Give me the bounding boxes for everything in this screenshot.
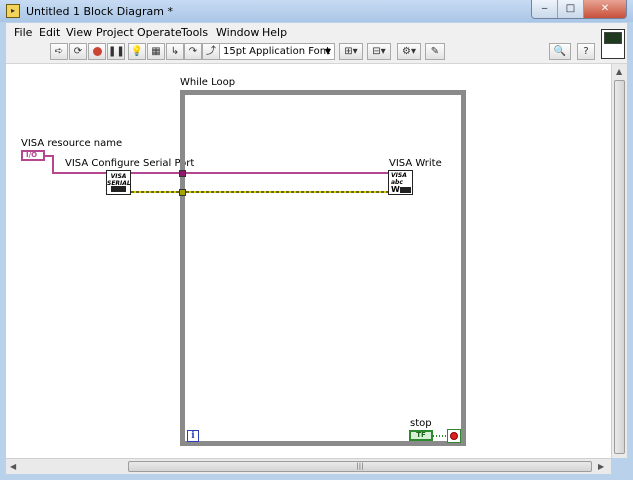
font-dropdown-label: 15pt Application Font <box>223 46 330 57</box>
visa-resource-constant[interactable]: I/O <box>21 150 45 161</box>
visa-resource-label: VISA resource name <box>21 138 123 149</box>
maximize-button[interactable]: □ <box>558 0 584 18</box>
align-objects-icon[interactable]: ⊞▾ <box>339 43 363 60</box>
abort-icon[interactable] <box>88 43 106 60</box>
highlight-execution-icon[interactable]: 💡 <box>128 43 146 60</box>
minimize-button[interactable]: ‒ <box>532 0 558 18</box>
toolbar: ➪ ⟳ ❚❚ 💡 ▦ ↳ ↷ ⤴ 15pt Application Font ▼… <box>6 41 627 64</box>
visa-configure-serial-port-node[interactable]: VISA SERIAL <box>106 170 131 195</box>
window-title: Untitled 1 Block Diagram * <box>26 5 173 18</box>
vertical-scrollbar[interactable]: ▲ <box>611 64 627 458</box>
refnum-wire[interactable] <box>52 155 54 173</box>
vi-icon[interactable] <box>601 29 625 59</box>
serial-port-icon <box>111 186 126 192</box>
context-help-icon[interactable]: ? <box>577 43 595 60</box>
visa-configure-label: VISA Configure Serial Port <box>65 158 195 169</box>
retain-wire-values-icon[interactable]: ▦ <box>147 43 165 60</box>
labview-app-icon: ▸ <box>6 4 20 18</box>
loop-condition-terminal[interactable] <box>447 429 461 443</box>
close-button[interactable]: ✕ <box>584 0 626 18</box>
vi-icon-screen <box>604 32 622 44</box>
menu-edit[interactable]: Edit <box>39 26 60 39</box>
menu-view[interactable]: View <box>66 26 92 39</box>
pause-icon[interactable]: ❚❚ <box>107 43 125 60</box>
title-bar[interactable]: ▸ Untitled 1 Block Diagram * ‒ □ ✕ <box>0 0 633 22</box>
chevron-down-icon: ▼ <box>324 47 331 56</box>
font-dropdown[interactable]: 15pt Application Font ▼ <box>219 43 335 60</box>
horizontal-scroll-thumb[interactable]: ||| <box>128 461 592 472</box>
menu-operate[interactable]: Operate <box>137 26 182 39</box>
reorder-icon[interactable]: ⚙▾ <box>397 43 421 60</box>
while-loop-structure[interactable] <box>180 90 466 446</box>
run-continuously-icon[interactable]: ⟳ <box>69 43 87 60</box>
visa-write-node[interactable]: VISA abc W <box>388 170 413 195</box>
error-tunnel[interactable] <box>179 189 186 196</box>
while-loop-label: While Loop <box>180 77 236 88</box>
vertical-scroll-thumb[interactable] <box>614 80 625 454</box>
horizontal-scrollbar[interactable]: ◀ ||| ▶ <box>6 458 611 474</box>
refnum-tunnel[interactable] <box>179 170 186 177</box>
step-into-icon[interactable]: ↳ <box>166 43 184 60</box>
menu-window[interactable]: Window <box>216 26 259 39</box>
write-port-icon <box>400 187 411 193</box>
distribute-objects-icon[interactable]: ⊟▾ <box>367 43 391 60</box>
menu-file[interactable]: File <box>14 26 32 39</box>
clean-up-diagram-icon[interactable]: ✎ <box>425 43 445 60</box>
scroll-right-arrow-icon[interactable]: ▶ <box>598 462 604 471</box>
search-icon[interactable]: 🔍 <box>549 43 571 60</box>
scroll-up-arrow-icon[interactable]: ▲ <box>616 67 622 76</box>
stop-terminal[interactable]: TF <box>409 430 433 441</box>
step-over-icon[interactable]: ↷ <box>184 43 202 60</box>
write-arrow-icon: W <box>391 185 400 194</box>
visa-resource-constant-text: I/O <box>26 151 38 159</box>
window-controls: ‒ □ ✕ <box>531 0 627 19</box>
iteration-terminal[interactable]: i <box>187 430 199 442</box>
scroll-left-arrow-icon[interactable]: ◀ <box>10 462 16 471</box>
menu-bar: File Edit View Project Operate Tools Win… <box>6 23 627 41</box>
menu-project[interactable]: Project <box>96 26 134 39</box>
visa-serial-node-icon: VISA SERIAL <box>107 173 131 187</box>
boolean-wire[interactable] <box>433 435 447 437</box>
run-arrow-icon[interactable]: ➪ <box>50 43 68 60</box>
menu-help[interactable]: Help <box>262 26 287 39</box>
step-out-icon[interactable]: ⤴ <box>202 43 220 60</box>
stop-if-true-icon <box>450 432 458 440</box>
menu-tools[interactable]: Tools <box>181 26 208 39</box>
visa-write-node-icon: VISA abc <box>391 172 407 186</box>
